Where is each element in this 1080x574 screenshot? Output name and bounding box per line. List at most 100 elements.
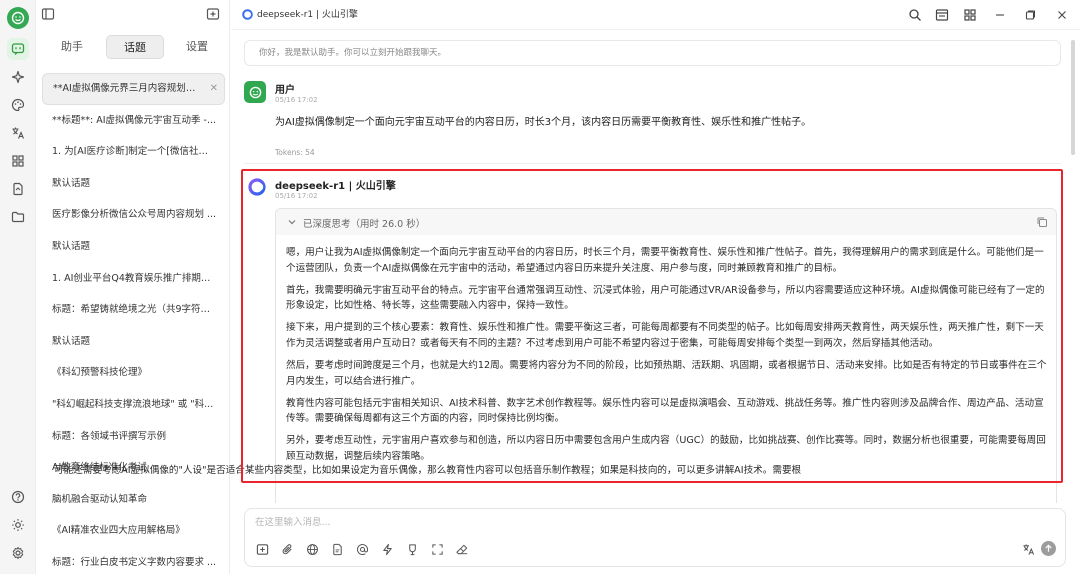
attach-icon (282, 543, 292, 554)
user-avatar[interactable] (7, 7, 29, 29)
translate-icon (12, 127, 25, 139)
translate-button[interactable] (1020, 541, 1036, 557)
model-logo-icon (242, 9, 253, 20)
tab-assistant[interactable]: 助手 (43, 35, 101, 59)
topic-item[interactable]: 默认话题 (42, 231, 225, 263)
palette-icon (11, 98, 25, 112)
thinking-paragraph: 首先，我需要明确元宇宙互动平台的特点。元宇宙平台通常强调互动性、沉浸式体验，用户… (286, 284, 1045, 312)
maximize-button[interactable] (1021, 6, 1039, 24)
attach-button[interactable] (279, 541, 295, 557)
tab-settings[interactable]: 设置 (169, 35, 225, 59)
new-topic-button[interactable] (254, 541, 270, 557)
new-chat-button[interactable] (206, 7, 222, 23)
maximize-icon (1025, 10, 1035, 20)
sidebar-tabs: 助手 话题 设置 (43, 35, 225, 59)
minimize-button[interactable] (991, 6, 1009, 24)
topic-list: **AI虚拟偶像元界三月内容规划框架*... ✕ **标题**: AI虚拟偶像元宇… (42, 73, 225, 574)
knowledge-base-button[interactable] (329, 541, 345, 557)
sidebar-toggle-icon (41, 8, 55, 20)
thinking-duration-label: 已深度思考（用时 26.0 秒） (303, 219, 426, 230)
mention-model-button[interactable] (354, 541, 370, 557)
smiley-icon (11, 11, 25, 25)
files-nav-button[interactable] (7, 178, 29, 200)
translate-nav-button[interactable] (7, 122, 29, 144)
quick-phrase-button[interactable] (379, 541, 395, 557)
web-search-button[interactable] (304, 541, 320, 557)
topic-item[interactable]: **标题**: AI虚拟偶像元宇宙互动季 -... (42, 105, 225, 137)
expand-button[interactable] (429, 541, 445, 557)
search-icon (909, 9, 921, 21)
apps-nav-button[interactable] (7, 150, 29, 172)
user-avatar-small (244, 81, 266, 103)
theme-icon (12, 519, 24, 531)
user-message: 为AI虚拟偶像制定一个面向元宇宙互动平台的内容日历，时长3个月，该内容日历需要平… (275, 117, 812, 128)
user-name: 用户 (275, 85, 295, 96)
chat-nav-button[interactable] (7, 38, 29, 60)
thinking-paragraph-cut: 可能还需要考虑AI虚拟偶像的"人设"是否适合某些内容类型，比如如果设定为音乐偶像… (54, 465, 802, 476)
topic-item[interactable]: 1. AI创业平台Q4教育娱乐推广排期规... (42, 263, 225, 295)
topic-item[interactable]: 脑机融合驱动认知革命 (42, 484, 225, 516)
theme-toggle-button[interactable] (7, 514, 29, 536)
message-divider (244, 163, 1061, 164)
topic-item[interactable]: 医疗影像分析微信公众号周内容规划 ... (42, 199, 225, 231)
settings-button[interactable] (7, 542, 29, 564)
layout-icon (935, 9, 949, 21)
knowledge-icon (332, 543, 342, 555)
eraser-icon (455, 544, 467, 554)
send-button[interactable] (1041, 541, 1056, 556)
topic-item[interactable]: 标题：各领域书评撰写示例 (42, 421, 225, 453)
topic-item[interactable]: 默认话题 (42, 168, 225, 200)
topic-item[interactable]: "科幻崛起科技支撑流浪地球" 或 "科... (42, 389, 225, 421)
message-input[interactable] (255, 517, 1035, 528)
eraser-button[interactable] (454, 541, 470, 557)
thinking-content: 嗯，用户让我为AI虚拟偶像制定一个面向元宇宙互动平台的内容日历，时长三个月，需要… (286, 245, 1048, 471)
folder-icon (11, 211, 25, 223)
thinking-paragraph: 嗯，用户让我为AI虚拟偶像制定一个面向元宇宙互动平台的内容日历，时长三个月，需要… (286, 247, 1044, 274)
sidebar-toolbar (37, 0, 230, 30)
close-topic-icon[interactable]: ✕ (210, 74, 218, 103)
topic-item-active[interactable]: **AI虚拟偶像元界三月内容规划框架*... ✕ (42, 73, 225, 105)
deepseek-logo-icon (248, 178, 266, 196)
assistant-greeting: 你好，我是默认助手。你可以立刻开始跟我聊天。 (244, 40, 1061, 66)
thinking-header[interactable]: 已深度思考（用时 26.0 秒） (276, 209, 1056, 235)
expand-icon (431, 543, 443, 555)
new-topic-icon (256, 543, 268, 555)
clear-context-button[interactable] (404, 541, 420, 557)
window-title: deepseek-r1 | 火山引擎 (257, 10, 358, 20)
layout-button[interactable] (933, 6, 951, 24)
settings-icon (12, 546, 24, 560)
files-icon (13, 182, 23, 196)
close-window-button[interactable] (1053, 6, 1071, 24)
topic-item[interactable]: 1. 为[AI医疗诊断]制定一个[微信社群]... (42, 136, 225, 168)
folder-nav-button[interactable] (7, 206, 29, 228)
mini-apps-button[interactable] (961, 6, 979, 24)
chat-scrollbar[interactable] (1071, 40, 1075, 155)
copy-button[interactable] (1036, 216, 1048, 228)
icon-rail (0, 0, 36, 574)
topic-item[interactable]: 标题：希望铸就绝境之光（共9字符）... (42, 294, 225, 326)
web-search-icon (306, 543, 318, 555)
chat-area: 你好，我是默认助手。你可以立刻开始跟我聊天。 用户 05/16 17:02 为A… (231, 31, 1080, 503)
tab-topics[interactable]: 话题 (106, 35, 164, 59)
grid-icon (964, 9, 976, 21)
topic-item[interactable]: 《科幻预警科技伦理》 (42, 357, 225, 389)
topic-label: **AI虚拟偶像元界三月内容规划框架*... (53, 83, 219, 94)
collapse-sidebar-button[interactable] (41, 7, 57, 23)
search-button[interactable] (906, 6, 924, 24)
topic-item[interactable]: 标题：行业白皮书定义字数内容要求 ... (42, 547, 225, 574)
message-composer (244, 508, 1066, 567)
model-name: deepseek-r1 | 火山引擎 (275, 181, 396, 192)
new-chat-icon (206, 8, 220, 20)
smiley-icon (249, 86, 261, 98)
topic-item[interactable]: 默认话题 (42, 326, 225, 358)
clear-icon (408, 543, 416, 555)
quick-phrase-icon (382, 543, 392, 555)
thinking-paragraph: 另外，要考虑互动性，元宇宙用户喜欢参与和创造，所以内容日历中需要包含用户生成内容… (286, 435, 1046, 463)
help-button[interactable] (7, 486, 29, 508)
topic-item[interactable]: 《AI精准农业四大应用解格局》 (42, 515, 225, 547)
agents-nav-button[interactable] (7, 66, 29, 88)
paintings-nav-button[interactable] (7, 94, 29, 116)
apps-icon (12, 155, 24, 167)
chevron-down-icon (287, 217, 297, 227)
title-bar: deepseek-r1 | 火山引擎 (231, 0, 1080, 30)
